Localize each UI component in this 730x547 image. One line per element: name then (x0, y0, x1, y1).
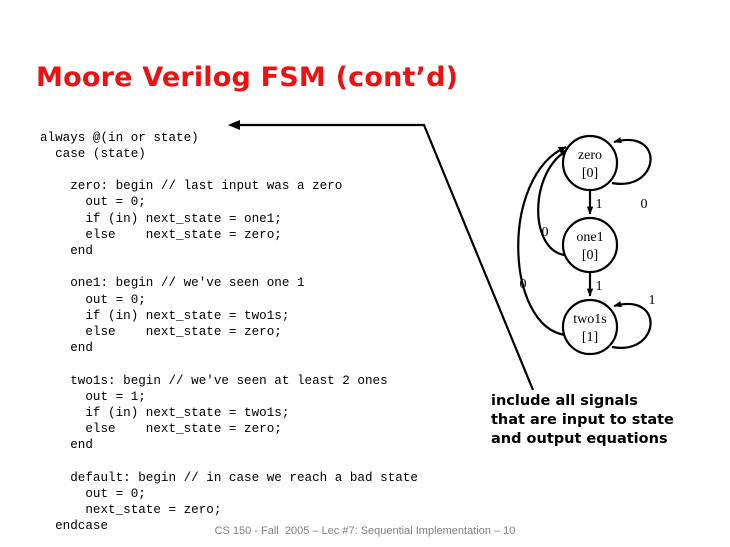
state-transition-diagram: zero [0] one1 [0] two1s [1] 0 1 0 1 0 1 (517, 134, 656, 356)
edge-label-one1-to-zero: 0 (542, 225, 549, 240)
state-label-one1-out: [0] (582, 248, 598, 263)
edge-label-zero-to-one1: 1 (596, 197, 603, 212)
state-node-zero (561, 134, 619, 192)
state-label-two1s-name: two1s (573, 312, 606, 327)
edge-label-two1s-self: 1 (649, 293, 656, 308)
slide-footer: CS 150 - Fall 2005 – Lec #7: Sequential … (214, 525, 516, 537)
transition-two1s-to-zero (517, 145, 567, 337)
annotation-text: include all signals that are input to st… (491, 393, 674, 447)
slide-canvas: Moore Verilog FSM (cont’d) always @(in o… (0, 0, 730, 547)
edge-label-two1s-to-zero: 0 (520, 277, 527, 292)
state-label-zero-out: [0] (582, 166, 598, 181)
state-node-two1s (561, 298, 619, 356)
state-label-two1s-out: [1] (582, 330, 598, 345)
state-label-zero-name: zero (578, 148, 602, 163)
state-label-one1-name: one1 (576, 230, 603, 245)
edge-label-zero-self: 0 (641, 197, 648, 212)
state-node-one1 (561, 216, 619, 274)
edge-label-one1-to-two1s: 1 (596, 279, 603, 294)
